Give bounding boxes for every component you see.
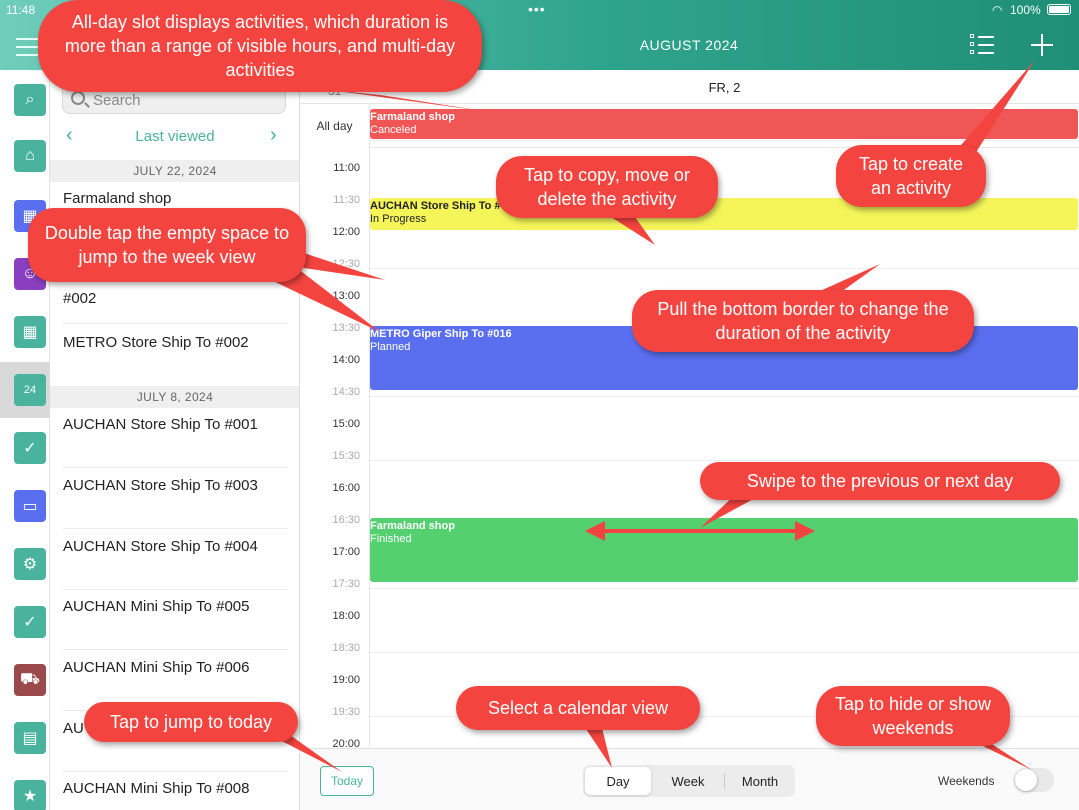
callout-weekends: Tap to hide or show weekends [816,686,1010,746]
list-item[interactable]: Farmaland shop [63,190,288,210]
time-label: 13:30 [332,322,360,334]
callout-double-tap: Double tap the empty space to jump to th… [28,208,306,282]
status-time: 11:48 [6,3,36,17]
today-button[interactable]: Today [320,766,374,796]
time-axis: 11:00 11:30 12:00 12:30 13:00 13:30 14:00 14:30… [300,148,370,748]
time-label: 18:00 [332,610,360,622]
date-separator: JULY 22, 2024 [50,160,299,182]
time-label: 16:00 [332,482,360,494]
presentation-icon[interactable]: ▭ [14,490,46,522]
hour-line [370,460,1079,461]
list-item[interactable]: AUCHAN Mini Ship To #005 [63,598,288,650]
time-label: 15:30 [332,450,360,462]
time-label: 11:00 [333,162,360,174]
list-item[interactable]: AUCHAN Store Ship To #004 [63,538,288,590]
list-item-partial[interactable]: #002 [63,290,288,324]
time-label: 11:30 [333,194,360,206]
callout-copy: Tap to copy, move or delete the activity [496,156,718,218]
callout-create: Tap to create an activity [836,145,986,207]
callout-swipe: Swipe to the previous or next day [700,462,1060,500]
clipboard-icon[interactable]: ✓ [14,432,46,464]
search-input[interactable] [93,89,273,111]
time-label: 19:30 [332,706,360,718]
battery-icon [1047,4,1071,15]
time-label: 12:30 [332,258,360,270]
time-label: 15:00 [332,418,360,430]
weekends-toggle[interactable] [1014,768,1054,792]
chevron-right-icon[interactable]: › [270,124,277,147]
document-icon[interactable]: ▤ [14,722,46,754]
last-viewed-nav: ‹ Last viewed › [50,122,299,148]
time-label: 19:00 [332,674,360,686]
last-viewed-label: Last viewed [135,128,215,145]
multitask-dots[interactable]: ••• [528,1,546,17]
calendar-grid-icon[interactable]: ▦ [14,316,46,348]
segment-divider [724,773,725,789]
time-label: 17:00 [332,546,360,558]
view-day-button[interactable]: Day [585,767,651,795]
callout-today: Tap to jump to today [84,702,298,742]
page-title: AUGUST 2024 [639,37,739,53]
hour-line [370,268,1079,269]
event-title: Farmaland shop [370,520,455,532]
current-day-label: FR, 2 [708,80,741,95]
hour-line [370,396,1079,397]
star-badge-icon[interactable]: ★ [14,780,46,810]
hour-line [370,652,1079,653]
battery-percent: 100% [1010,3,1041,17]
checklist-icon[interactable]: ✓ [14,606,46,638]
search-icon[interactable]: ⌕ [14,84,46,116]
time-label: 20:00 [332,738,360,748]
time-label: 16:30 [332,514,360,526]
view-month-button[interactable]: Month [727,767,793,795]
view-week-button[interactable]: Week [655,767,721,795]
event-status: Canceled [370,124,417,136]
all-day-label: All day [300,104,370,148]
list-item[interactable]: AUCHAN Store Ship To #001 [63,416,288,468]
time-label: 13:00 [332,290,360,302]
list-view-icon[interactable] [970,34,994,56]
callout-allday: All-day slot displays activities, which … [38,0,482,92]
toggle-knob [1015,769,1037,791]
wifi-icon: ◠ [992,3,1003,17]
app-window: 11:48 ••• ◠ 100% AUGUST 2024 ⌕ ⌂ ▦ ☺ ▦ 24 ✓ ▭ ⚙ ✓… [0,0,1079,810]
event-title: Farmaland shop [370,111,455,123]
time-label: 14:00 [332,354,360,366]
app-nav-rail: ⌕ ⌂ ▦ ☺ ▦ 24 ✓ ▭ ⚙ ✓ ⛟ ▤ ★ [0,70,50,810]
calendar-toolbar: Today Day Week Month Weekends [300,748,1079,810]
cart-icon[interactable]: ⛟ [14,664,46,696]
weekends-label: Weekends [938,774,995,788]
date-separator: JULY 8, 2024 [50,386,299,408]
time-label: 12:00 [332,226,360,238]
home-icon[interactable]: ⌂ [14,140,46,172]
callout-select-view: Select a calendar view [456,686,700,730]
time-label: 17:30 [332,578,360,590]
view-switcher: Day Week Month [583,765,795,797]
list-item[interactable]: AUCHAN Store Ship To #003 [63,477,288,529]
activity-event[interactable]: Farmaland shop Canceled [370,109,1078,139]
callout-pull: Pull the bottom border to change the dur… [632,290,974,352]
time-label: 14:30 [332,386,360,398]
time-label: 18:30 [332,642,360,654]
event-status: Finished [370,533,412,545]
activity-event[interactable]: Farmaland shop Finished [370,518,1078,582]
hour-line [370,140,1079,141]
last-viewed-panel: ‹ Last viewed › JULY 22, 2024 Farmaland … [50,70,300,810]
search-icon [71,91,85,105]
list-item[interactable]: AUCHAN Mini Ship To #008 [63,780,288,810]
add-activity-button[interactable] [1031,34,1053,56]
event-status: In Progress [370,213,427,225]
hamburger-menu-icon[interactable] [16,38,40,56]
hour-line [370,588,1079,589]
settings-icon[interactable]: ⚙ [14,548,46,580]
calendar-24-icon[interactable]: 24 [14,374,46,406]
